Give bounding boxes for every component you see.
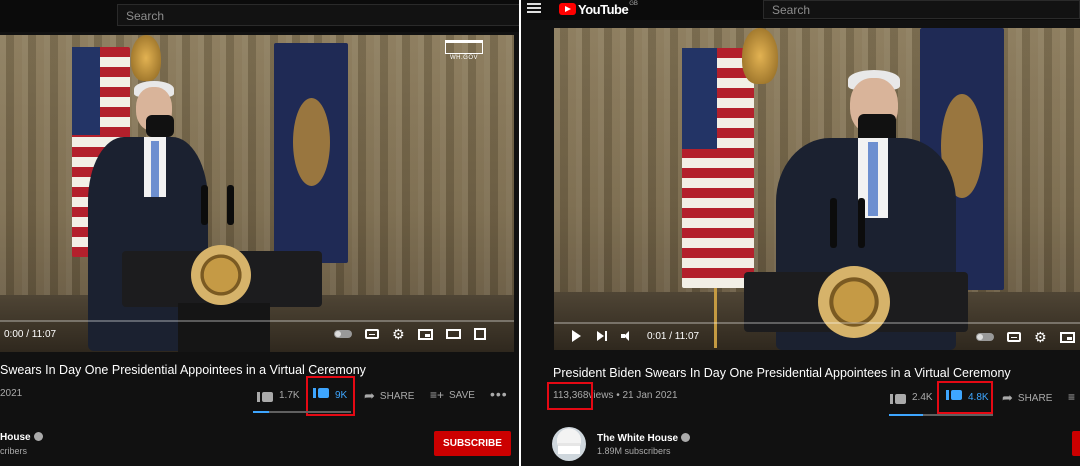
subscribe-button[interactable]: SUBSCRIBE: [434, 431, 511, 456]
subscriber-count: cribers: [0, 446, 28, 456]
youtube-logo[interactable]: YouTube GB: [559, 1, 638, 17]
theater-mode-icon[interactable]: [445, 329, 461, 339]
time-display: 0:01 / 11:07: [647, 330, 700, 342]
channel-name[interactable]: The White House: [597, 433, 691, 444]
sentiment-bar: [253, 411, 351, 413]
video-date: 2021: [0, 388, 23, 399]
sentiment-bar: [889, 414, 993, 416]
right-screenshot: YouTube GB Search 0:01 / 11:07 ⚙ Preside…: [521, 0, 1080, 466]
playlist-add-icon: ≡+: [430, 388, 445, 402]
fullscreen-icon[interactable]: [473, 328, 486, 340]
autoplay-toggle[interactable]: [976, 333, 994, 341]
video-title: President Biden Swears In Day One Presid…: [553, 366, 1011, 380]
channel-name[interactable]: House: [0, 432, 43, 443]
more-actions-button[interactable]: •••: [490, 386, 508, 402]
search-input[interactable]: Search: [763, 0, 1080, 19]
sentiment-bar-fill: [253, 411, 269, 413]
youtube-play-icon: [559, 3, 576, 15]
save-button[interactable]: ≡+ SAVE: [430, 388, 475, 402]
captions-icon[interactable]: [365, 329, 379, 339]
hamburger-menu-icon[interactable]: [527, 3, 541, 14]
eagle-finial: [131, 35, 161, 81]
subscriber-count: 1.89M subscribers: [597, 446, 671, 456]
masthead: Search: [0, 0, 520, 32]
video-player[interactable]: 0:01 / 11:07 ⚙: [554, 28, 1080, 350]
like-button[interactable]: 1.7K: [257, 388, 300, 402]
miniplayer-icon[interactable]: [417, 328, 433, 340]
presidential-seal: [191, 245, 251, 305]
left-screenshot: Search WH.GOV 0:00 / 11:07 ⚙ Swears In D…: [0, 0, 520, 466]
time-display: 0:00 / 11:07: [4, 328, 57, 340]
like-count: 2.4K: [912, 391, 933, 403]
miniplayer-icon[interactable]: [1059, 331, 1075, 343]
volume-icon[interactable]: [621, 331, 633, 341]
player-controls: 0:00 / 11:07 ⚙: [0, 321, 514, 347]
highlight-box-dislike: [937, 381, 993, 414]
search-input[interactable]: Search: [117, 4, 520, 26]
gear-icon[interactable]: ⚙: [1034, 330, 1047, 344]
share-arrow-icon: ➦: [364, 388, 375, 403]
verified-badge-icon: [681, 433, 691, 442]
masthead: YouTube GB Search: [521, 0, 1080, 20]
share-arrow-icon: ➦: [1002, 390, 1013, 405]
video-player[interactable]: WH.GOV 0:00 / 11:07 ⚙: [0, 35, 514, 352]
video-title: Swears In Day One Presidential Appointee…: [0, 363, 366, 377]
white-house-icon: [445, 40, 483, 54]
eagle-finial: [742, 28, 778, 84]
thumbs-up-icon: [257, 388, 273, 402]
like-count: 1.7K: [279, 389, 300, 401]
like-button[interactable]: 2.4K: [890, 390, 933, 404]
us-flag: [682, 48, 754, 288]
play-icon[interactable]: [572, 330, 581, 342]
presidential-flag: [274, 43, 348, 263]
next-icon[interactable]: [597, 331, 607, 341]
subscribe-button-partial[interactable]: [1072, 431, 1080, 456]
channel-avatar[interactable]: [552, 427, 586, 461]
wh-gov-watermark: WH.GOV: [438, 40, 490, 61]
sentiment-bar-fill: [889, 414, 924, 416]
share-button[interactable]: ➦ SHARE: [1002, 390, 1052, 406]
share-button[interactable]: ➦ SHARE: [364, 388, 414, 404]
playlist-add-icon: ≡: [1068, 390, 1076, 404]
captions-icon[interactable]: [1007, 332, 1021, 342]
save-button-partial[interactable]: ≡: [1068, 390, 1075, 404]
autoplay-toggle[interactable]: [334, 330, 352, 338]
highlight-box-dislike: [306, 376, 355, 416]
thumbs-up-icon: [890, 390, 906, 404]
highlight-box-views: [547, 382, 593, 410]
gear-icon[interactable]: ⚙: [392, 327, 405, 341]
player-controls: 0:01 / 11:07 ⚙: [554, 323, 1080, 349]
verified-badge-icon: [33, 432, 43, 441]
